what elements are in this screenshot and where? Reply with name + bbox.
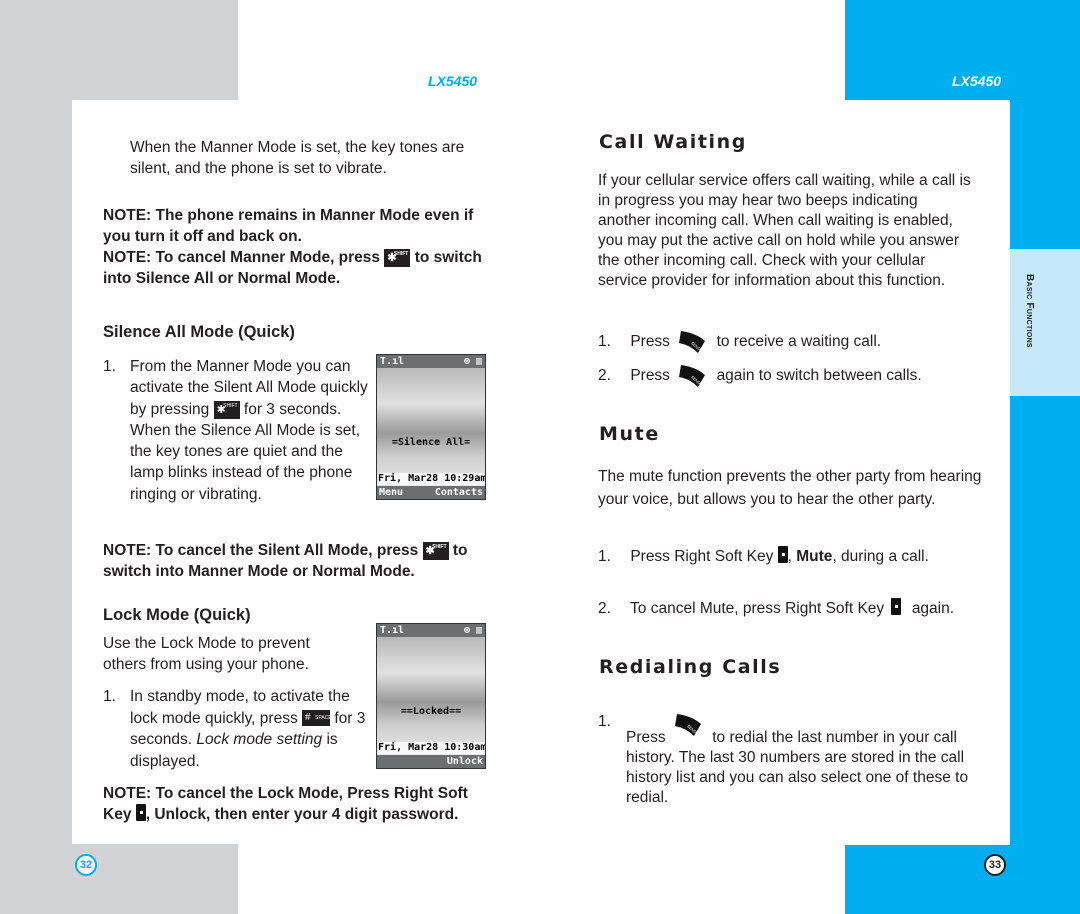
silence-all-heading: Silence All Mode (Quick)	[103, 323, 295, 341]
step-number: 1.	[598, 548, 611, 565]
signal-icon: T.ıl	[380, 625, 405, 636]
mute-step-2-text-a: To cancel Mute, press Right Soft Key	[630, 600, 885, 617]
right-soft-key-icon	[890, 598, 901, 615]
step-number: 2.	[598, 367, 611, 385]
contacts-soft-key: Contacts	[434, 487, 483, 498]
status-icons: ⊕ ▥	[463, 625, 482, 636]
comma: ,	[787, 548, 792, 565]
right-soft-key-icon	[777, 546, 788, 563]
silence-all-banner: =Silence All=	[391, 437, 471, 448]
soft-key-bar: Unlock	[377, 755, 485, 768]
send-key-icon: SEND	[674, 714, 701, 736]
step-text-before: Press	[630, 367, 670, 385]
star-shift-key-icon: ✱ SHIFT	[422, 541, 449, 560]
step-text-before: Press	[630, 333, 670, 351]
mute-step-1-text-a: Press Right Soft Key	[630, 548, 774, 565]
star-shift-key-icon: ✱ SHIFT	[384, 248, 411, 267]
step-number: 1.	[103, 688, 116, 705]
manner-mode-intro: When the Manner Mode is set, the key ton…	[130, 139, 465, 177]
phone-screen-locked: T.ıl ⊕ ▥ ==Locked== Fri, Mar28 10:30am U…	[376, 623, 486, 769]
step-text-after: to receive a waiting call.	[716, 333, 882, 351]
note-cancel-lock: NOTE: To cancel the Lock Mode, Press Rig…	[103, 783, 493, 825]
note-cancel-manner-text-a: NOTE: To cancel Manner Mode, press	[103, 249, 381, 266]
right-margin-strip	[1010, 0, 1080, 914]
redialing-step-text-a: Press	[626, 729, 666, 746]
mute-step-2-text-b: again.	[911, 600, 955, 617]
lock-mode-step: 1. In standby mode, to activate the lock…	[103, 686, 373, 772]
step-number: 2.	[598, 600, 611, 617]
wallpaper-image	[377, 637, 485, 755]
menu-soft-key: Menu	[379, 487, 404, 498]
wallpaper-image	[377, 368, 485, 486]
lock-step-italic: Lock mode setting	[196, 731, 323, 748]
call-waiting-step-2: 2. Press SEND again to switch between ca…	[598, 363, 922, 389]
status-icons: ⊕ ▥	[463, 356, 482, 367]
phone-screen-silence-all: T.ıl ⊕ ▥ =Silence All= Fri, Mar28 10:29a…	[376, 354, 486, 500]
note-manner-persist: NOTE: The phone remains in Manner Mode e…	[103, 207, 474, 245]
left-page-number: 32	[75, 854, 97, 876]
star-shift-key-icon: ✱ SHIFT	[213, 400, 240, 419]
date-time: Fri, Mar28 10:29am	[378, 473, 486, 485]
status-bar: T.ıl ⊕ ▥	[377, 355, 485, 368]
date-time: Fri, Mar28 10:30am	[378, 742, 486, 754]
soft-key-bar: Menu Contacts	[377, 486, 485, 499]
step-number: 1.	[598, 333, 611, 351]
redialing-step-text-b: to redial the last number in your call h…	[626, 729, 969, 806]
silence-step-text-b: for 3 seconds.	[243, 400, 342, 418]
left-model-label: LX5450	[428, 73, 478, 89]
send-key-icon: SEND	[679, 331, 706, 353]
silence-all-step: 1. From the Manner Mode you can activate…	[103, 356, 373, 505]
note-cancel-silent-text-a: NOTE: To cancel the Silent All Mode, pre…	[103, 542, 419, 559]
right-page-number: 33	[984, 854, 1006, 876]
mute-step-1-text-b: , during a call.	[832, 548, 929, 565]
step-text-after: again to switch between calls.	[716, 367, 922, 385]
redialing-heading: Redialing Calls	[599, 656, 782, 678]
note-cancel-lock-text-b: , Unlock, then enter your 4 digit passwo…	[145, 806, 459, 823]
call-waiting-heading: Call Waiting	[599, 131, 747, 153]
hash-space-key-icon: # SPACE	[302, 710, 332, 727]
unlock-soft-key: Unlock	[446, 756, 483, 767]
left-margin-strip	[0, 0, 72, 914]
step-number: 1.	[103, 358, 116, 375]
right-footer-block	[845, 845, 1080, 914]
side-tab-label: Basic Functions	[1024, 274, 1035, 348]
signal-icon: T.ıl	[380, 356, 405, 367]
send-key-icon: SEND	[679, 365, 706, 387]
right-model-label: LX5450	[952, 73, 1002, 89]
call-waiting-body: If your cellular service offers call wai…	[598, 172, 971, 289]
redialing-step: 1. Press SEND to redial the last number …	[598, 712, 983, 808]
mute-label: Mute	[796, 548, 833, 565]
lock-mode-heading: Lock Mode (Quick)	[103, 606, 251, 624]
step-number: 1.	[598, 713, 611, 730]
status-bar: T.ıl ⊕ ▥	[377, 624, 485, 637]
left-footer-block	[0, 844, 238, 914]
note-cancel-manner: NOTE: To cancel Manner Mode, press ✱ SHIF…	[103, 247, 493, 289]
mute-step-2: 2. To cancel Mute, press Right Soft Key …	[598, 598, 954, 620]
note-cancel-silent-all: NOTE: To cancel the Silent All Mode, pre…	[103, 540, 493, 582]
right-soft-key-icon	[135, 804, 146, 821]
silence-step-text-c: When the Silence All Mode is set, the ke…	[130, 421, 361, 503]
mute-heading: Mute	[599, 423, 660, 445]
lock-mode-intro: Use the Lock Mode to prevent others from…	[103, 635, 310, 673]
call-waiting-step-1: 1. Press SEND to receive a waiting call.	[598, 329, 881, 355]
side-tab	[1010, 249, 1080, 396]
mute-step-1: 1. Press Right Soft Key , Mute, during a…	[598, 546, 929, 568]
locked-banner: ==Locked==	[400, 706, 462, 717]
mute-body: The mute function prevents the other par…	[598, 468, 982, 508]
